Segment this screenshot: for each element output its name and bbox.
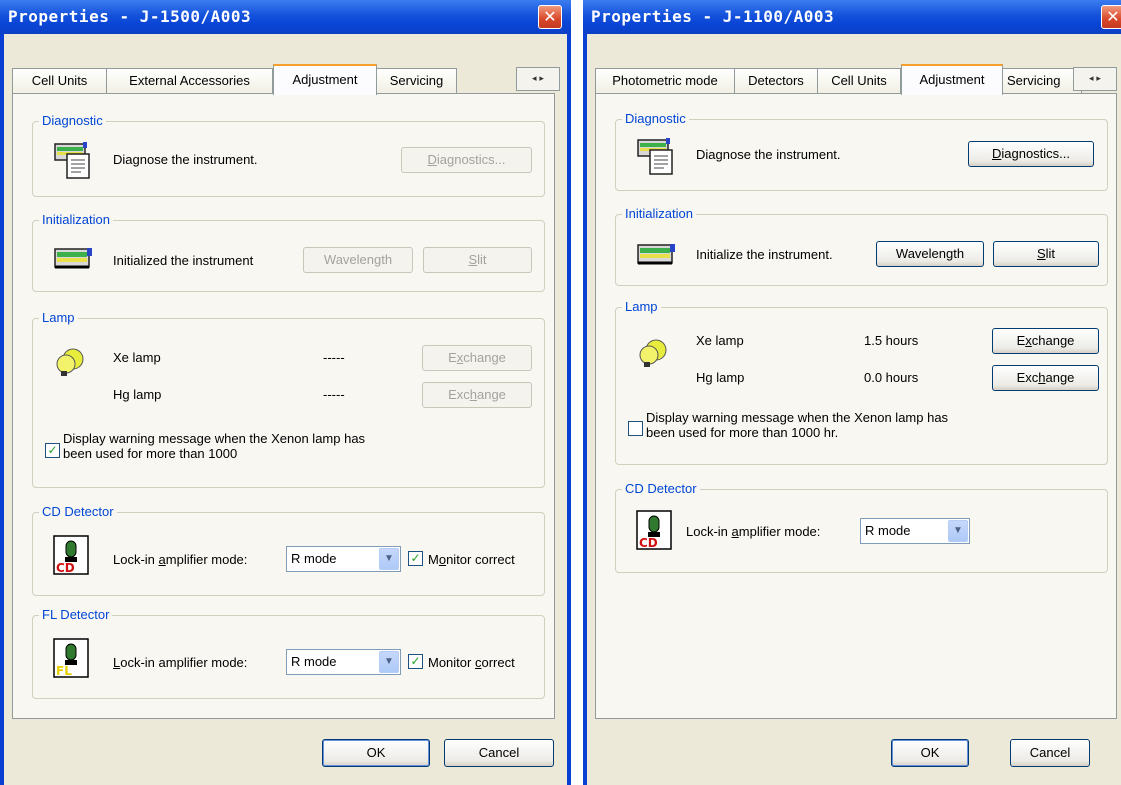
group-title: Lamp: [39, 310, 78, 325]
ok-button[interactable]: OK: [891, 739, 969, 767]
hg-lamp-label: Hg lamp: [696, 370, 745, 385]
diagnostic-text: Diagnose the instrument.: [696, 147, 841, 162]
cd-lockin-label: Lock-in amplifier mode:: [686, 524, 821, 539]
group-title: CD Detector: [622, 481, 700, 496]
properties-dialog-j1500: Properties - J-1500/A003 ✕ Cell Units Ex…: [0, 0, 571, 785]
tab-scroll-arrows-icon[interactable]: ◂ ▸: [1073, 67, 1117, 91]
tab-scroll-arrows-icon[interactable]: ◂ ▸: [516, 67, 560, 91]
tab-adjustment[interactable]: Adjustment: [273, 64, 377, 95]
slit-button[interactable]: Slit: [993, 241, 1099, 267]
diagnostics-button[interactable]: Diagnostics...: [401, 147, 532, 173]
xe-lamp-hours: 1.5 hours: [864, 333, 919, 348]
lamp-group: Lamp Xe lamp 1.5 hours Exchange Hg lamp …: [615, 299, 1108, 465]
group-title: Initialization: [39, 212, 113, 227]
cd-lockin-label: Lock-in amplifier mode:: [113, 552, 248, 567]
diagnostic-group: Diagnostic Diagnose the instrument. Diag…: [615, 111, 1108, 191]
fl-lockin-label: Lock-in amplifier mode:: [113, 655, 248, 670]
cd-detector-group: CD Detector CD Lock-in amplifier mode: R…: [32, 504, 545, 596]
fl-lockin-mode-select[interactable]: R mode ▼: [286, 649, 401, 675]
initialization-text: Initialized the instrument: [113, 253, 254, 268]
group-title: Diagnostic: [622, 111, 689, 126]
group-title: Initialization: [622, 206, 696, 221]
group-title: Diagnostic: [39, 113, 106, 128]
group-title: FL Detector: [39, 607, 113, 622]
lamp-bulb-icon: [56, 348, 84, 376]
tab-servicing[interactable]: Servicing: [1002, 68, 1082, 94]
fl-monitor-correct-label: Monitor correct: [428, 655, 515, 670]
dialog-title: Properties - J-1100/A003: [583, 0, 1121, 34]
hg-exchange-button[interactable]: Exchange: [992, 365, 1099, 391]
cd-detector-icon: CD: [53, 535, 89, 575]
tab-cell-units[interactable]: Cell Units: [817, 68, 901, 94]
cd-lockin-mode-select[interactable]: R mode ▼: [860, 518, 970, 544]
fl-monitor-correct-checkbox[interactable]: ✓: [408, 654, 423, 669]
dialog-body: Cell Units External Accessories Adjustme…: [4, 34, 567, 785]
group-title: CD Detector: [39, 504, 117, 519]
cd-lockin-mode-select[interactable]: R mode ▼: [286, 546, 401, 572]
wavelength-button[interactable]: Wavelength: [876, 241, 984, 267]
chevron-down-icon[interactable]: ▼: [379, 651, 399, 673]
tab-cell-units[interactable]: Cell Units: [12, 68, 107, 94]
xe-lamp-label: Xe lamp: [113, 350, 161, 365]
fl-detector-icon: FL: [53, 638, 89, 678]
close-icon[interactable]: ✕: [1101, 5, 1121, 29]
slit-button[interactable]: Slit: [423, 247, 532, 273]
xe-exchange-button[interactable]: Exchange: [992, 328, 1099, 354]
svg-text:FL: FL: [56, 664, 72, 678]
cd-detector-icon: CD: [636, 510, 672, 550]
svg-text:CD: CD: [56, 561, 75, 575]
fl-detector-group: FL Detector FL Lock-in amplifier mode: R…: [32, 607, 545, 699]
tab-photometric-mode[interactable]: Photometric mode: [595, 68, 735, 94]
initialization-text: Initialize the instrument.: [696, 247, 833, 262]
cd-detector-group: CD Detector CD Lock-in amplifier mode: R…: [615, 481, 1108, 573]
warning-checkbox[interactable]: ✓: [45, 443, 60, 458]
diagnostic-group: Diagnostic Diagnose the instrument. Diag…: [32, 113, 545, 197]
tab-external-accessories[interactable]: External Accessories: [106, 68, 273, 94]
xe-lamp-label: Xe lamp: [696, 333, 744, 348]
diagnostics-button[interactable]: Diagnostics...: [968, 141, 1094, 167]
properties-dialog-j1100: Properties - J-1100/A003 ✕ Photometric m…: [583, 0, 1121, 785]
wavelength-button[interactable]: Wavelength: [303, 247, 413, 273]
tab-servicing[interactable]: Servicing: [376, 68, 457, 94]
ok-button[interactable]: OK: [322, 739, 430, 767]
initialization-group: Initialization Initialized the instrumen…: [32, 212, 545, 292]
svg-text:CD: CD: [639, 536, 658, 550]
close-icon[interactable]: ✕: [538, 5, 562, 29]
adjustment-panel: Diagnostic Diagnose the instrument. Diag…: [595, 93, 1117, 719]
dialog-title: Properties - J-1500/A003: [0, 0, 571, 34]
instrument-icon: [54, 248, 92, 269]
tab-detectors[interactable]: Detectors: [734, 68, 818, 94]
lamp-bulb-icon: [639, 339, 667, 367]
lamp-group: Lamp Xe lamp ----- Exchange Hg lamp ----…: [32, 310, 545, 488]
instrument-report-icon: [54, 142, 90, 179]
cd-monitor-correct-label: Monitor correct: [428, 552, 515, 567]
initialization-group: Initialization Initialize the instrument…: [615, 206, 1108, 286]
warning-text: Display warning message when the Xenon l…: [646, 410, 949, 440]
warning-text: Display warning message when the Xenon l…: [63, 431, 366, 461]
hg-lamp-label: Hg lamp: [113, 387, 162, 402]
warning-checkbox[interactable]: ✓: [628, 421, 643, 436]
xe-lamp-hours: -----: [323, 350, 345, 365]
xe-exchange-button[interactable]: Exchange: [422, 345, 532, 371]
hg-lamp-hours: -----: [323, 387, 345, 402]
cd-monitor-correct-checkbox[interactable]: ✓: [408, 551, 423, 566]
diagnostic-text: Diagnose the instrument.: [113, 152, 258, 167]
hg-exchange-button[interactable]: Exchange: [422, 382, 532, 408]
adjustment-panel: Diagnostic Diagnose the instrument. Diag…: [12, 93, 555, 719]
cancel-button[interactable]: Cancel: [444, 739, 554, 767]
chevron-down-icon[interactable]: ▼: [379, 548, 399, 570]
dialog-body: Photometric mode Detectors Cell Units Ad…: [587, 34, 1121, 785]
chevron-down-icon[interactable]: ▼: [948, 520, 968, 542]
tab-adjustment[interactable]: Adjustment: [901, 64, 1003, 95]
group-title: Lamp: [622, 299, 661, 314]
hg-lamp-hours: 0.0 hours: [864, 370, 919, 385]
instrument-icon: [637, 244, 675, 265]
cancel-button[interactable]: Cancel: [1010, 739, 1090, 767]
instrument-report-icon: [637, 138, 673, 175]
